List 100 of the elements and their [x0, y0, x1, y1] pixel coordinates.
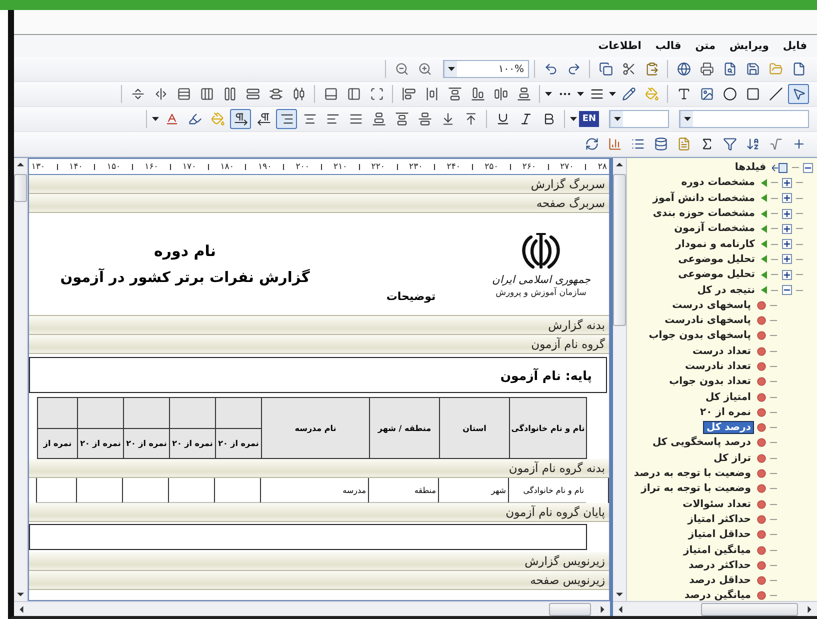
pointer-button[interactable] — [788, 84, 809, 104]
pilcrow-right-icon — [234, 112, 248, 126]
ruler-label: ۲۲۰ — [371, 162, 385, 172]
caret-icon — [448, 67, 454, 71]
expand-toggle[interactable] — [782, 254, 792, 264]
column-header: منطقه / شهر — [369, 397, 439, 459]
tree-item[interactable]: پاسخهای درست — [670, 300, 753, 311]
expand-toggle[interactable] — [782, 224, 792, 234]
scrollbar-thumb[interactable] — [701, 602, 798, 616]
dropdown-caret-icon — [545, 92, 552, 96]
column-header: نمره از ۲۰ — [123, 428, 169, 459]
zoom-dropdown[interactable]: ۱۰۰% — [443, 60, 529, 78]
tree-item[interactable]: میانگین درصد — [682, 590, 753, 601]
section-band: پایان گروه نام آزمون — [29, 503, 609, 522]
plus-icon — [784, 210, 790, 217]
horizontal-scrollbar[interactable] — [613, 601, 817, 616]
tree-item[interactable]: مشخصات آزمون — [672, 223, 757, 234]
table-cell — [122, 478, 168, 503]
document-icon — [676, 137, 690, 151]
tree-item[interactable]: مشخصات دوره — [679, 177, 757, 188]
menu-item[interactable]: متن — [695, 40, 716, 52]
rectangle-icon — [746, 87, 760, 101]
tree-item[interactable]: نمره از ۲۰ — [698, 406, 753, 418]
scroll-down-icon — [17, 591, 24, 598]
tree-item[interactable]: وضعیت با توجه به تراز — [639, 483, 753, 494]
header-cell — [77, 397, 123, 428]
tree-item[interactable]: درصد کل — [704, 422, 753, 434]
table-cell — [168, 478, 214, 503]
tree-item[interactable]: تعداد بدون جواب — [667, 376, 753, 388]
scrollbar-thumb[interactable] — [613, 174, 626, 326]
tree-item[interactable]: تحلیل موضوعی — [676, 269, 757, 280]
menu-item[interactable]: ویرایش — [729, 40, 769, 52]
tree-item[interactable]: وضعیت با توجه به درصد — [632, 468, 753, 480]
pilcrow-right-button[interactable] — [230, 109, 252, 129]
plus-icon — [784, 272, 790, 278]
expand-toggle[interactable] — [782, 193, 792, 204]
ruler-label: ۲۰۰ — [296, 162, 310, 172]
column-header: نمره از ۲۰ — [215, 428, 261, 459]
tree-item[interactable]: فیلدها — [732, 162, 768, 174]
language-indicator[interactable]: EN — [579, 111, 599, 127]
scrollbar-thumb[interactable] — [14, 174, 27, 202]
align-text-bottom-icon — [440, 112, 455, 126]
tree-item[interactable]: پاسخهای نادرست — [662, 315, 753, 326]
horizontal-scrollbar[interactable] — [14, 601, 610, 616]
tree-item[interactable]: امتیاز کل — [703, 392, 753, 403]
align-left-icon — [402, 87, 416, 101]
table-cell: شهر — [438, 478, 508, 503]
tree-item[interactable]: نتیجه در کل — [695, 284, 757, 296]
radical-icon — [768, 137, 782, 151]
dropdown-caret-icon — [570, 117, 578, 121]
separator-horizontal-icon — [130, 87, 144, 101]
paint-bucket-icon — [210, 112, 225, 126]
menu-item[interactable]: اطلاعات — [598, 40, 642, 52]
dot-icon — [757, 377, 766, 386]
align-right-button[interactable] — [276, 109, 298, 129]
expand-toggle[interactable] — [782, 239, 792, 250]
dot-icon — [757, 438, 766, 448]
dot-icon — [757, 346, 766, 356]
tree-item[interactable]: حداکثر درصد — [686, 560, 753, 571]
tree-item[interactable]: حداقل درصد — [687, 575, 753, 586]
tree-item[interactable]: تعداد درست — [690, 346, 753, 357]
expand-toggle[interactable] — [782, 270, 792, 280]
tree-item[interactable]: مشخصات دانش آموز — [650, 192, 757, 204]
dot-icon — [757, 560, 766, 570]
rows-icon — [176, 87, 190, 101]
stretch-vertical-icon — [222, 87, 236, 101]
tree-item[interactable]: تعداد نادرست — [682, 361, 753, 372]
tree-item[interactable]: حداقل امتیاز — [686, 529, 753, 540]
tree-item[interactable]: کارنامه و نمودار — [674, 238, 757, 250]
tree-item[interactable]: پاسخهای بدون جواب — [646, 330, 753, 342]
tree-item[interactable]: درصد پاسخگویی کل — [650, 437, 753, 448]
zoom-out-icon — [394, 62, 408, 76]
expand-toggle[interactable] — [782, 178, 792, 188]
tree-item[interactable]: میانگین امتیاز — [682, 544, 753, 556]
tree-item[interactable]: مشخصات حوزه بندی — [650, 208, 757, 220]
vertical-scrollbar[interactable] — [613, 158, 627, 601]
ruler-label: ۱۳۰ — [31, 162, 46, 172]
tree-item[interactable]: تراز کل — [712, 452, 753, 464]
dot-icon — [757, 331, 766, 340]
section-band: سربرگ صفحه — [29, 194, 609, 213]
column-header: نام و نام خانوادگی — [509, 397, 587, 459]
dot-icon — [757, 316, 766, 326]
collapse-toggle[interactable] — [782, 285, 792, 296]
dot-icon — [757, 454, 766, 463]
expand-toggle[interactable] — [782, 208, 792, 219]
tree-item[interactable]: تحلیل موضوعی — [676, 254, 757, 265]
collapse-toggle[interactable] — [803, 162, 813, 173]
menu-item[interactable]: فایل — [782, 40, 807, 52]
tree-item[interactable]: تعداد سئوالات — [680, 498, 753, 510]
scrollbar-thumb[interactable] — [549, 602, 591, 616]
tree-item[interactable]: حداکثر امتیاز — [686, 514, 753, 525]
caret-icon — [684, 117, 690, 121]
refresh-icon — [584, 137, 598, 151]
menu-item[interactable]: قالب — [655, 40, 682, 52]
text-icon — [676, 87, 690, 101]
plus-icon — [784, 241, 790, 248]
dot-icon — [757, 423, 766, 432]
underline-icon — [496, 112, 510, 126]
align-middle-icon — [494, 87, 508, 101]
vertical-scrollbar[interactable] — [14, 158, 28, 601]
